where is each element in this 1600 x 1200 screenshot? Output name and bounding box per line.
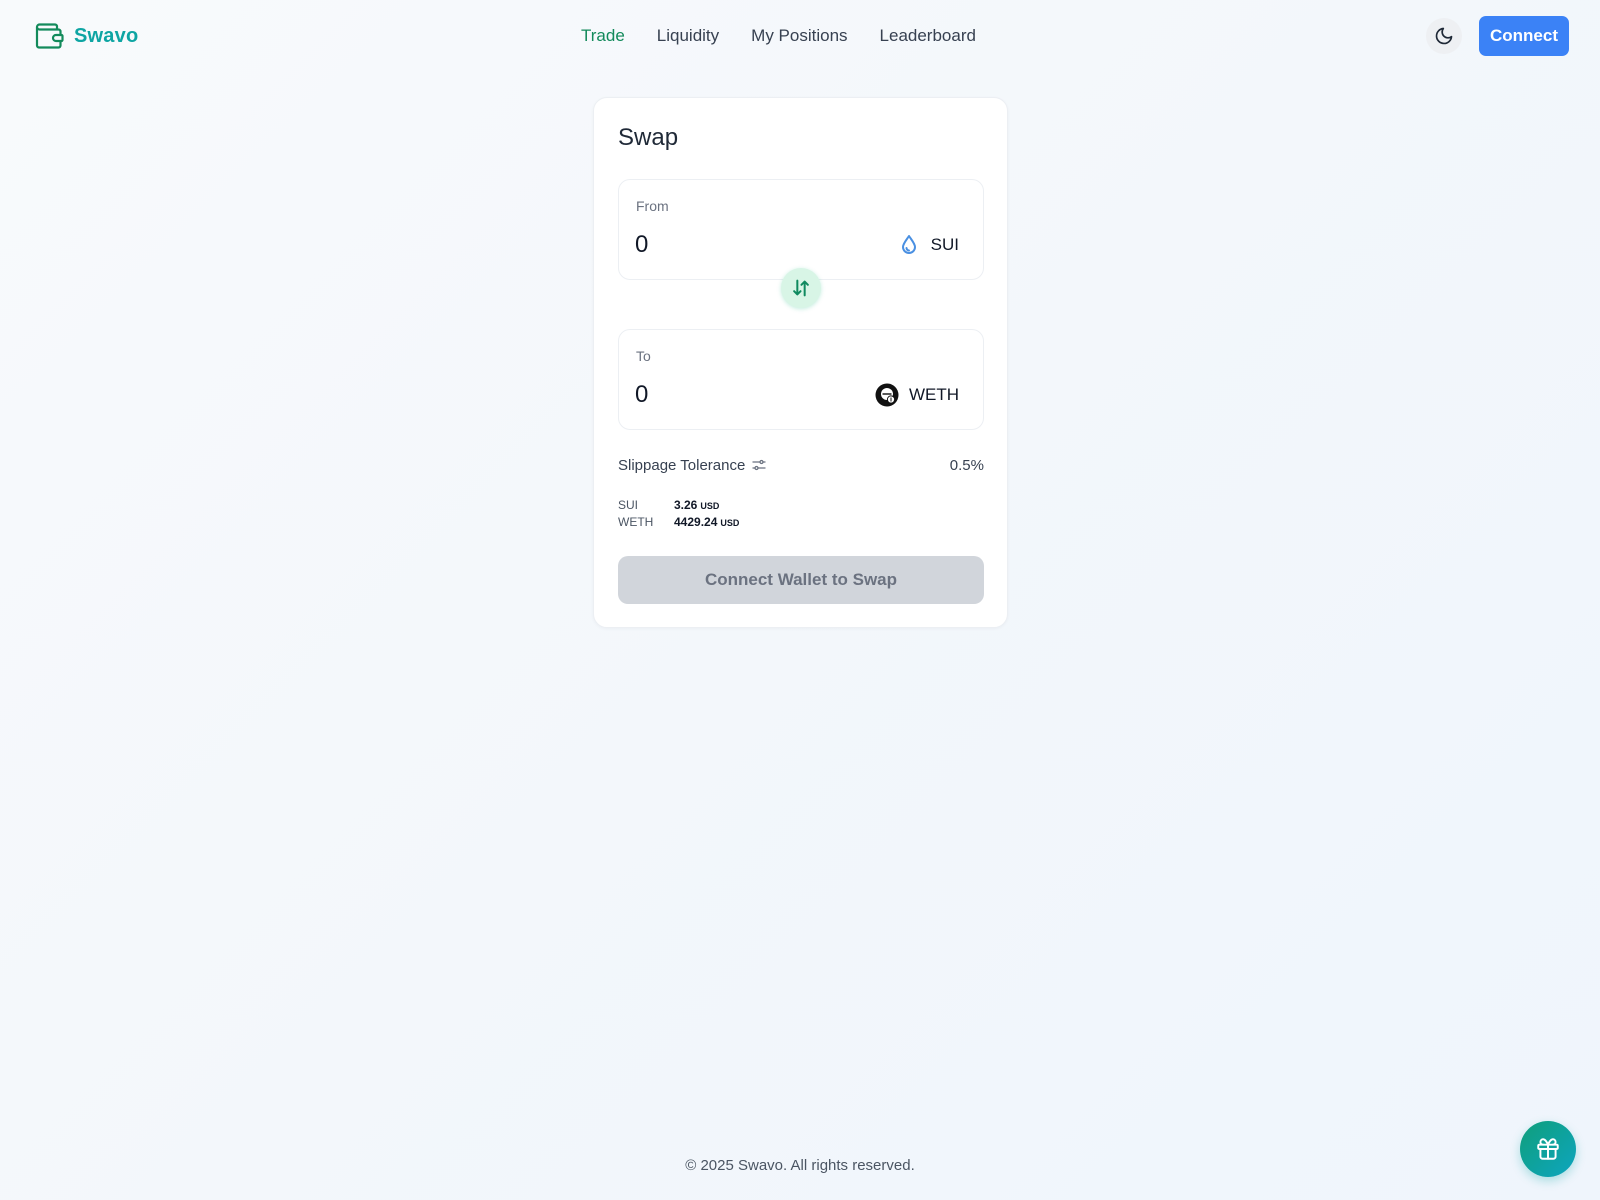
moon-icon: [1435, 27, 1453, 45]
price-value: 4429.24: [674, 515, 718, 529]
rewards-gift-button[interactable]: [1520, 1121, 1576, 1177]
water-drop-icon: [901, 235, 916, 254]
to-token-select[interactable]: WETH: [875, 382, 959, 408]
to-amount-input[interactable]: [635, 378, 835, 412]
from-label: From: [636, 198, 669, 214]
slippage-row: Slippage Tolerance 0.5%: [618, 454, 984, 476]
from-token-box: From SUI: [618, 179, 984, 280]
swap-title: Swap: [618, 124, 679, 151]
brand-logo-link[interactable]: Swavo: [34, 21, 138, 51]
from-token-name: SUI: [930, 235, 959, 254]
to-token-name: WETH: [908, 385, 959, 404]
sliders-icon: [752, 459, 766, 471]
swap-direction-button[interactable]: [781, 268, 821, 308]
price-symbol: SUI: [618, 498, 639, 512]
swap-card: Swap From SUI To WETH: [593, 97, 1008, 628]
weth-token-icon: [875, 383, 899, 407]
price-unit: USD: [720, 518, 740, 528]
nav-leaderboard[interactable]: Leaderboard: [880, 26, 976, 46]
slippage-settings-button[interactable]: Slippage Tolerance: [618, 457, 767, 474]
wallet-icon: [34, 21, 64, 51]
connect-wallet-swap-button[interactable]: Connect Wallet to Swap: [618, 556, 984, 604]
footer-copyright: © 2025 Swavo. All rights reserved.: [685, 1157, 915, 1174]
slippage-value: 0.5%: [949, 456, 984, 474]
nav-my-positions[interactable]: My Positions: [751, 26, 847, 46]
top-header: Swavo Trade Liquidity My Positions Leade…: [0, 0, 1600, 72]
to-token-box: To WETH: [618, 329, 984, 430]
nav-liquidity[interactable]: Liquidity: [657, 26, 719, 46]
price-row: SUI 3.26 USD: [618, 498, 984, 515]
theme-toggle-button[interactable]: [1426, 18, 1462, 54]
from-amount-input[interactable]: [635, 228, 835, 262]
price-row: WETH 4429.24 USD: [618, 515, 984, 532]
main-nav: Trade Liquidity My Positions Leaderboard: [581, 24, 976, 48]
brand-name: Swavo: [74, 24, 139, 47]
slippage-label: Slippage Tolerance: [618, 456, 746, 474]
gift-icon: [1537, 1138, 1559, 1160]
swap-arrows-icon: [793, 279, 809, 297]
price-list: SUI 3.26 USD WETH 4429.24 USD: [618, 498, 984, 532]
nav-trade[interactable]: Trade: [581, 26, 625, 46]
price-symbol: WETH: [618, 515, 654, 529]
price-unit: USD: [700, 501, 720, 511]
from-token-select[interactable]: SUI: [897, 232, 959, 258]
to-label: To: [636, 348, 651, 364]
connect-button[interactable]: Connect: [1479, 16, 1569, 56]
price-value: 3.26: [674, 498, 698, 512]
